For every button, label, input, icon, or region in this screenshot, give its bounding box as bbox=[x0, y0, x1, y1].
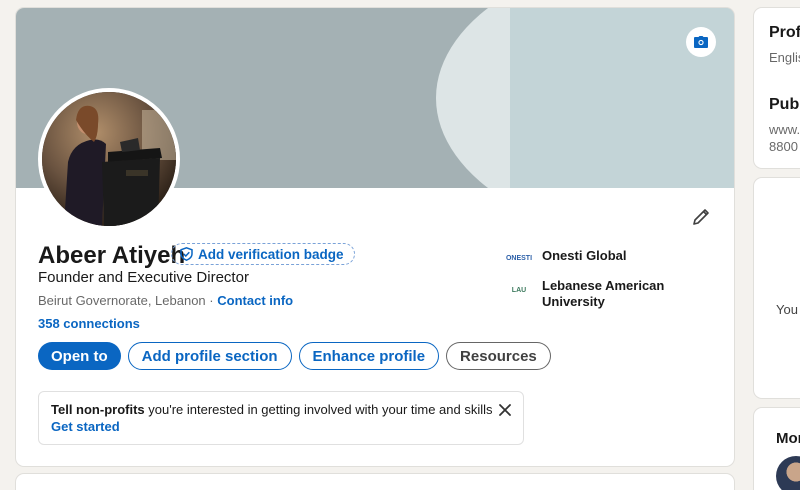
profile-language-card: Prof Englis Publ www. 8800 bbox=[754, 8, 800, 168]
onesti-logo: ONESTI bbox=[506, 250, 532, 266]
sidebar-promo-card: You bbox=[754, 178, 800, 398]
public-profile-heading: Publ bbox=[769, 96, 800, 113]
add-profile-section-button[interactable]: Add profile section bbox=[127, 342, 292, 370]
onesti-logo-text: ONESTI bbox=[505, 254, 533, 262]
org-name: Lebanese American University bbox=[542, 278, 665, 309]
resources-button[interactable]: Resources bbox=[446, 342, 551, 370]
more-profiles-card: Mor bbox=[754, 408, 800, 490]
open-to-button[interactable]: Open to bbox=[38, 342, 121, 370]
enhance-profile-button[interactable]: Enhance profile bbox=[298, 342, 440, 370]
profile-language-heading: Prof bbox=[769, 24, 800, 41]
edit-banner-button[interactable] bbox=[686, 27, 716, 57]
lau-logo-text: LAU bbox=[511, 286, 527, 294]
profile-photo-image bbox=[42, 92, 176, 226]
profile-card: Abeer Atiyeh Add verification badge Foun… bbox=[16, 8, 734, 466]
profile-headline: Founder and Executive Director bbox=[38, 269, 249, 286]
edit-intro-button[interactable] bbox=[686, 202, 716, 232]
notice-message: Tell non-profits you're interested in ge… bbox=[51, 402, 511, 417]
promo-text: You bbox=[776, 302, 798, 317]
verification-badge-label: Add verification badge bbox=[198, 246, 344, 262]
nonprofit-notice: Tell non-profits you're interested in ge… bbox=[38, 391, 524, 445]
location-line: Beirut Governorate, Lebanon · Contact in… bbox=[38, 293, 293, 308]
dismiss-notice-button[interactable] bbox=[497, 402, 513, 418]
next-section-card bbox=[16, 474, 734, 490]
contact-info-link[interactable]: Contact info bbox=[217, 293, 293, 308]
connections-link[interactable]: 358 connections bbox=[38, 316, 140, 331]
get-started-link[interactable]: Get started bbox=[51, 419, 511, 434]
org-name: Onesti Global bbox=[542, 248, 627, 263]
notice-rest-text: you're interested in getting involved wi… bbox=[144, 402, 493, 417]
profile-location: Beirut Governorate, Lebanon bbox=[38, 293, 206, 308]
suggested-profile-avatar[interactable] bbox=[776, 456, 800, 490]
lau-logo: LAU bbox=[506, 282, 532, 298]
more-profiles-heading: Mor bbox=[776, 430, 800, 447]
location-separator: · bbox=[209, 293, 214, 308]
pencil-icon bbox=[693, 209, 709, 225]
profile-actions: Open to Add profile section Enhance prof… bbox=[38, 342, 551, 370]
org-onesti-global[interactable]: ONESTI Onesti Global bbox=[506, 248, 682, 266]
camera-icon bbox=[694, 36, 708, 48]
profile-language-value: Englis bbox=[769, 50, 800, 65]
shield-check-icon bbox=[180, 247, 193, 261]
notice-bold-text: Tell non-profits bbox=[51, 402, 145, 417]
add-verification-badge-button[interactable]: Add verification badge bbox=[171, 243, 355, 265]
profile-photo[interactable] bbox=[38, 88, 180, 230]
profile-name: Abeer Atiyeh bbox=[38, 242, 186, 269]
public-profile-url-line2[interactable]: 8800 bbox=[769, 139, 798, 154]
close-icon bbox=[499, 404, 511, 416]
public-profile-url[interactable]: www. bbox=[769, 122, 800, 137]
org-lebanese-american-university[interactable]: LAU Lebanese American University bbox=[506, 278, 682, 310]
